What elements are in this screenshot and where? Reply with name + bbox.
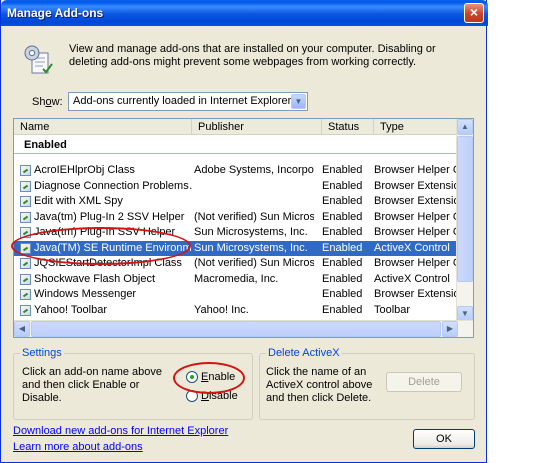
show-label: Show: xyxy=(32,96,63,108)
settings-group: Settings Click an add-on name above and … xyxy=(13,347,253,420)
addon-name: Shockwave Flash Object xyxy=(34,272,156,285)
addon-publisher: Macromedia, Inc. xyxy=(194,272,279,285)
radio-unselected-icon[interactable] xyxy=(186,390,198,402)
column-header-type[interactable]: Type xyxy=(374,119,458,135)
addon-type: Browser Extension xyxy=(374,179,460,192)
addon-type: Browser Helper Object xyxy=(374,210,460,223)
settings-instructions: Click an add-on name above and then clic… xyxy=(22,366,163,404)
addon-name: Java(tm) Plug-In SSV Helper xyxy=(34,226,176,238)
addon-type: Browser Helper Object xyxy=(374,226,460,238)
scroll-left-icon[interactable]: ◀ xyxy=(14,321,30,337)
addon-publisher: Yahoo! Inc. xyxy=(194,303,249,316)
addon-name: Java(tm) Plug-In 2 SSV Helper xyxy=(34,210,185,223)
addon-status: Enabled xyxy=(322,195,363,207)
addon-name: AcroIEHlprObj Class xyxy=(34,164,135,176)
addon-name: Diagnose Connection Problems… xyxy=(34,179,192,192)
window-title: Manage Add-ons xyxy=(7,6,104,20)
delete-activex-legend: Delete ActiveX xyxy=(266,347,342,359)
title-bar: Manage Add-ons × xyxy=(1,0,488,26)
list-item[interactable]: Edit with XML Spy Enabled Browser Extensio… xyxy=(14,194,460,210)
list-item[interactable]: JQSIEStartDetectorImpl Class (Not verifie… xyxy=(14,256,460,272)
addon-publisher: Sun Microsystems, Inc. xyxy=(194,226,308,238)
list-item[interactable]: AcroIEHlprObj Class Adobe Systems, Incorp… xyxy=(14,163,460,179)
column-header-name[interactable]: Name xyxy=(14,119,192,135)
list-item[interactable]: Java(TM) SE Runtime Environment…Sun Micr… xyxy=(14,240,458,256)
vertical-scroll-thumb[interactable] xyxy=(457,136,473,282)
enable-label: Enable xyxy=(201,371,236,383)
list-item[interactable]: Java(tm) Plug-In 2 SSV Helper (Not verifi… xyxy=(14,210,460,226)
manage-addons-dialog: Manage Add-ons × View and manage add-ons… xyxy=(0,0,488,463)
delete-button[interactable]: Delete xyxy=(386,372,462,392)
addon-publisher: (Not verified) Sun Microsy… xyxy=(194,257,314,269)
addon-publisher: (Not verified) Sun Microsy… xyxy=(194,210,314,223)
list-header: Name Publisher Status Type xyxy=(14,119,458,135)
close-icon: × xyxy=(469,4,479,20)
ok-button[interactable]: OK xyxy=(413,429,475,449)
learn-more-link[interactable]: Learn more about add-ons xyxy=(13,441,143,453)
addon-status: Enabled xyxy=(322,210,363,223)
addon-name: Java(TM) SE Runtime Environment… xyxy=(34,241,192,254)
addon-status: Enabled xyxy=(322,272,363,285)
list-item[interactable]: Shockwave Flash Object Macromedia, Inc. En… xyxy=(14,272,458,288)
list-item[interactable]: Java(tm) Plug-In SSV Helper Sun Microsyst… xyxy=(14,225,460,241)
header-description: View and manage add-ons that are install… xyxy=(69,43,436,68)
disable-label: Disable xyxy=(201,390,238,402)
chevron-down-icon[interactable]: ▼ xyxy=(291,94,306,109)
addon-type: Browser Helper Object xyxy=(374,164,460,176)
addon-manager-icon xyxy=(24,45,53,74)
addon-type: Browser Helper Object xyxy=(374,257,460,269)
addon-status: Enabled xyxy=(322,303,363,316)
show-dropdown-value: Add-ons currently loaded in Internet Exp… xyxy=(73,95,292,107)
addon-name: Windows Messenger xyxy=(34,288,137,300)
addon-type: Toolbar xyxy=(374,303,411,316)
settings-legend: Settings xyxy=(20,347,64,359)
addon-status: Enabled xyxy=(322,179,363,192)
addons-rows: AcroIEHlprObj Class Adobe Systems, Incorp… xyxy=(14,163,460,334)
horizontal-scrollbar[interactable]: ◀ ▶ xyxy=(14,320,473,337)
addon-type: ActiveX Control xyxy=(374,272,450,285)
list-item[interactable]: Windows Messenger Enabled Browser Extensio… xyxy=(14,287,460,303)
radio-selected-icon[interactable] xyxy=(186,371,198,383)
addon-name: Edit with XML Spy xyxy=(34,195,123,207)
addon-status: Enabled xyxy=(322,288,363,300)
addon-publisher: Adobe Systems, Incorpor… xyxy=(194,164,314,176)
addon-status: Enabled xyxy=(322,241,363,254)
addon-type: Browser Extension xyxy=(374,288,460,300)
close-button[interactable]: × xyxy=(464,3,484,23)
addon-type: ActiveX Control xyxy=(374,241,450,254)
delete-activex-group: Delete ActiveX Click the name of an Acti… xyxy=(259,347,475,420)
scroll-right-icon[interactable]: ▶ xyxy=(442,321,458,337)
addons-list[interactable]: Name Publisher Status Type Enabled AcroI… xyxy=(13,118,474,338)
addon-name: Yahoo! Toolbar xyxy=(34,303,107,316)
column-header-status[interactable]: Status xyxy=(322,119,374,135)
horizontal-scroll-thumb[interactable] xyxy=(31,321,441,337)
column-header-publisher[interactable]: Publisher xyxy=(192,119,322,135)
scroll-up-icon[interactable]: ▲ xyxy=(457,119,473,135)
group-divider xyxy=(14,153,458,154)
addon-publisher: Sun Microsystems, Inc. xyxy=(194,241,308,254)
addon-name: JQSIEStartDetectorImpl Class xyxy=(34,257,182,269)
group-heading-enabled: Enabled xyxy=(24,139,67,151)
download-addons-link[interactable]: Download new add-ons for Internet Explor… xyxy=(13,425,228,437)
delete-activex-instructions: Click the name of an ActiveX control abo… xyxy=(266,366,373,404)
addon-status: Enabled xyxy=(322,226,363,238)
list-item[interactable]: Diagnose Connection Problems… Enabled Brow… xyxy=(14,179,460,195)
addon-status: Enabled xyxy=(322,164,363,176)
show-dropdown[interactable]: Add-ons currently loaded in Internet Exp… xyxy=(68,92,308,111)
addon-status: Enabled xyxy=(322,257,363,269)
vertical-scrollbar[interactable]: ▲ ▼ xyxy=(456,119,473,322)
list-item[interactable]: Yahoo! Toolbar Yahoo! Inc. Enabled Toolbar xyxy=(14,303,458,319)
addon-type: Browser Extension xyxy=(374,195,460,207)
